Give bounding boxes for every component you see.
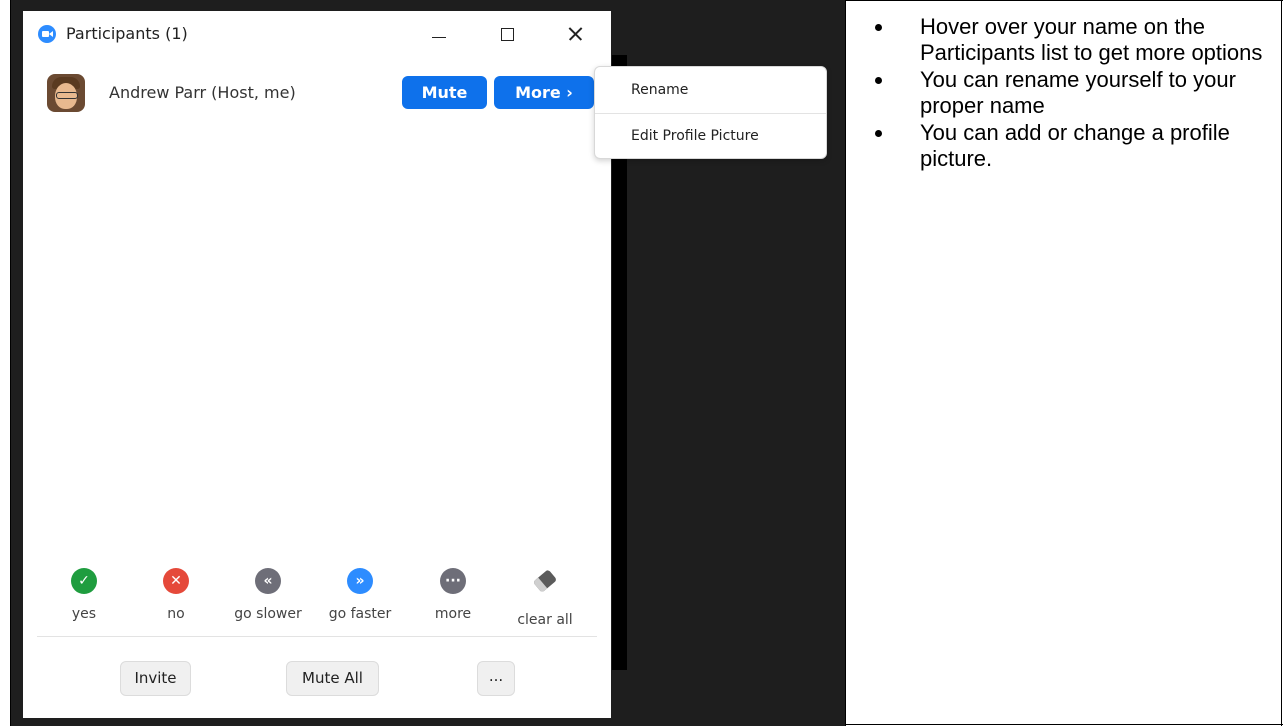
rewind-icon: «: [255, 568, 281, 594]
participants-window: Participants (1) Andrew Parr (Host, me) …: [23, 11, 611, 718]
list-item: Hover over your name on the Participants…: [872, 14, 1272, 65]
reaction-go-slower[interactable]: « go slower: [222, 568, 314, 622]
table-border-right: [1281, 0, 1282, 726]
minimize-button[interactable]: [419, 19, 459, 49]
zoom-camera-icon: [38, 25, 56, 43]
invite-button[interactable]: Invite: [120, 661, 191, 696]
avatar: [47, 74, 85, 112]
close-button[interactable]: [555, 19, 595, 49]
mute-all-button[interactable]: Mute All: [286, 661, 379, 696]
list-item: You can add or change a profile picture.: [872, 120, 1272, 171]
more-options-button[interactable]: ...: [477, 661, 515, 696]
bullet-icon: [875, 77, 882, 84]
title-bar[interactable]: Participants (1): [23, 11, 611, 55]
reaction-more[interactable]: ··· more: [407, 568, 499, 622]
menu-item-edit-profile-picture[interactable]: Edit Profile Picture: [631, 128, 759, 144]
list-item: You can rename yourself to your proper n…: [872, 67, 1272, 118]
reaction-label: go slower: [234, 606, 302, 622]
reaction-yes[interactable]: ✓ yes: [38, 568, 130, 622]
reaction-label: yes: [71, 606, 97, 622]
divider: [37, 636, 597, 637]
reaction-go-faster[interactable]: » go faster: [314, 568, 406, 622]
menu-item-rename[interactable]: Rename: [631, 82, 688, 98]
reaction-clear-all[interactable]: clear all: [499, 568, 591, 628]
mute-button[interactable]: Mute: [402, 76, 487, 109]
fast-forward-icon: »: [347, 568, 373, 594]
participant-name: Andrew Parr (Host, me): [109, 83, 296, 102]
reaction-no[interactable]: ✕ no: [130, 568, 222, 622]
instructions-list: Hover over your name on the Participants…: [872, 14, 1272, 173]
check-icon: ✓: [71, 568, 97, 594]
reaction-label: go faster: [328, 606, 392, 622]
reaction-label: clear all: [517, 612, 573, 628]
more-icon: ···: [440, 568, 466, 594]
reaction-label: no: [167, 606, 185, 622]
x-icon: ✕: [163, 568, 189, 594]
bullet-icon: [875, 130, 882, 137]
more-button[interactable]: More ›: [494, 76, 594, 109]
bullet-icon: [875, 24, 882, 31]
maximize-button[interactable]: [487, 19, 527, 49]
menu-divider: [595, 113, 826, 114]
eraser-icon: [499, 569, 591, 600]
reaction-label: more: [434, 606, 472, 622]
participant-options-menu: Rename Edit Profile Picture: [594, 66, 827, 159]
window-title: Participants (1): [66, 24, 188, 43]
table-border-middle: [845, 0, 846, 726]
